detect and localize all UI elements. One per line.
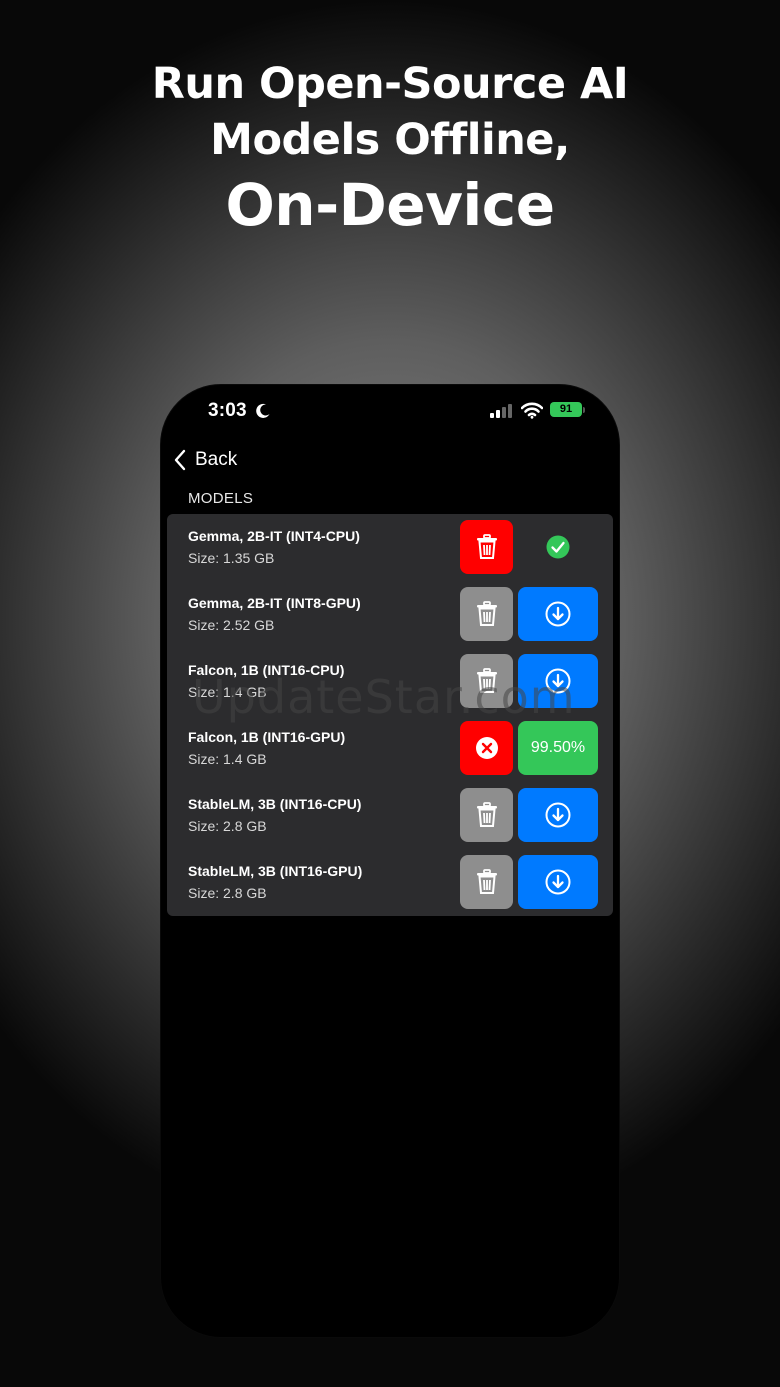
delete-button[interactable] (460, 855, 513, 909)
headline-line-1: Run Open-Source AI (151, 59, 629, 109)
model-size: Size: 2.8 GB (188, 818, 267, 834)
download-button[interactable] (518, 587, 598, 641)
download-icon (545, 601, 571, 627)
list-item: StableLM, 3B (INT16-GPU) Size: 2.8 GB (167, 849, 613, 916)
model-title: Falcon, 1B (INT16-GPU) (188, 729, 346, 745)
downloaded-indicator (518, 520, 598, 574)
list-item: StableLM, 3B (INT16-CPU) Size: 2.8 GB (167, 782, 613, 849)
back-button[interactable]: Back (173, 445, 237, 475)
model-size: Size: 2.8 GB (188, 885, 267, 901)
trash-icon (476, 668, 497, 693)
section-header: MODELS (188, 490, 254, 507)
model-title: Gemma, 2B-IT (INT4-CPU) (188, 528, 360, 544)
chevron-left-icon (174, 449, 186, 471)
battery-level: 91 (559, 403, 573, 415)
trash-icon (476, 802, 497, 827)
list-item: Gemma, 2B-IT (INT8-GPU) Size: 2.52 GB (167, 581, 613, 648)
download-button[interactable] (518, 654, 598, 708)
battery-indicator: 91 (550, 402, 582, 417)
moon-icon (256, 403, 270, 418)
phone-screen: 3:03 91 Back MODELS Gemma, 2B-IT (INT4-C… (161, 385, 619, 1337)
model-title: StableLM, 3B (INT16-GPU) (188, 863, 363, 879)
wifi-icon (521, 402, 543, 419)
list-item: Gemma, 2B-IT (INT4-CPU) Size: 1.35 GB (167, 514, 613, 581)
download-progress: 99.50% (518, 721, 598, 775)
headline-line-2: Models Offline, (210, 115, 570, 165)
model-title: StableLM, 3B (INT16-CPU) (188, 796, 362, 812)
download-icon (545, 668, 571, 694)
signal-icon (490, 404, 512, 418)
cancel-icon (475, 737, 498, 759)
delete-button[interactable] (460, 587, 513, 641)
download-icon (545, 802, 571, 828)
back-label: Back (195, 449, 238, 470)
delete-button[interactable] (460, 654, 513, 708)
delete-button[interactable] (460, 520, 513, 574)
model-size: Size: 1.4 GB (188, 684, 267, 700)
progress-label: 99.50% (530, 739, 586, 756)
delete-button[interactable] (460, 788, 513, 842)
model-title: Falcon, 1B (INT16-CPU) (188, 662, 345, 678)
checkmark-icon (546, 535, 570, 559)
list-item: Falcon, 1B (INT16-CPU) Size: 1.4 GB (167, 648, 613, 715)
download-button[interactable] (518, 855, 598, 909)
download-icon (545, 869, 571, 895)
list-item: Falcon, 1B (INT16-GPU) Size: 1.4 GB 99.5… (167, 715, 613, 782)
download-button[interactable] (518, 788, 598, 842)
trash-icon (476, 534, 497, 559)
battery-tip (583, 407, 585, 413)
model-size: Size: 1.4 GB (188, 751, 267, 767)
cancel-download-button[interactable] (460, 721, 513, 775)
trash-icon (476, 869, 497, 894)
status-time: 3:03 (208, 400, 247, 421)
model-size: Size: 1.35 GB (188, 550, 275, 566)
headline: Run Open-Source AI Models Offline, On-De… (0, 56, 780, 244)
trash-icon (476, 601, 497, 626)
status-bar: 3:03 91 (161, 385, 619, 435)
model-list: Gemma, 2B-IT (INT4-CPU) Size: 1.35 GB Ge… (167, 514, 613, 916)
headline-line-3: On-Device (225, 171, 555, 239)
model-title: Gemma, 2B-IT (INT8-GPU) (188, 595, 361, 611)
model-size: Size: 2.52 GB (188, 617, 275, 633)
